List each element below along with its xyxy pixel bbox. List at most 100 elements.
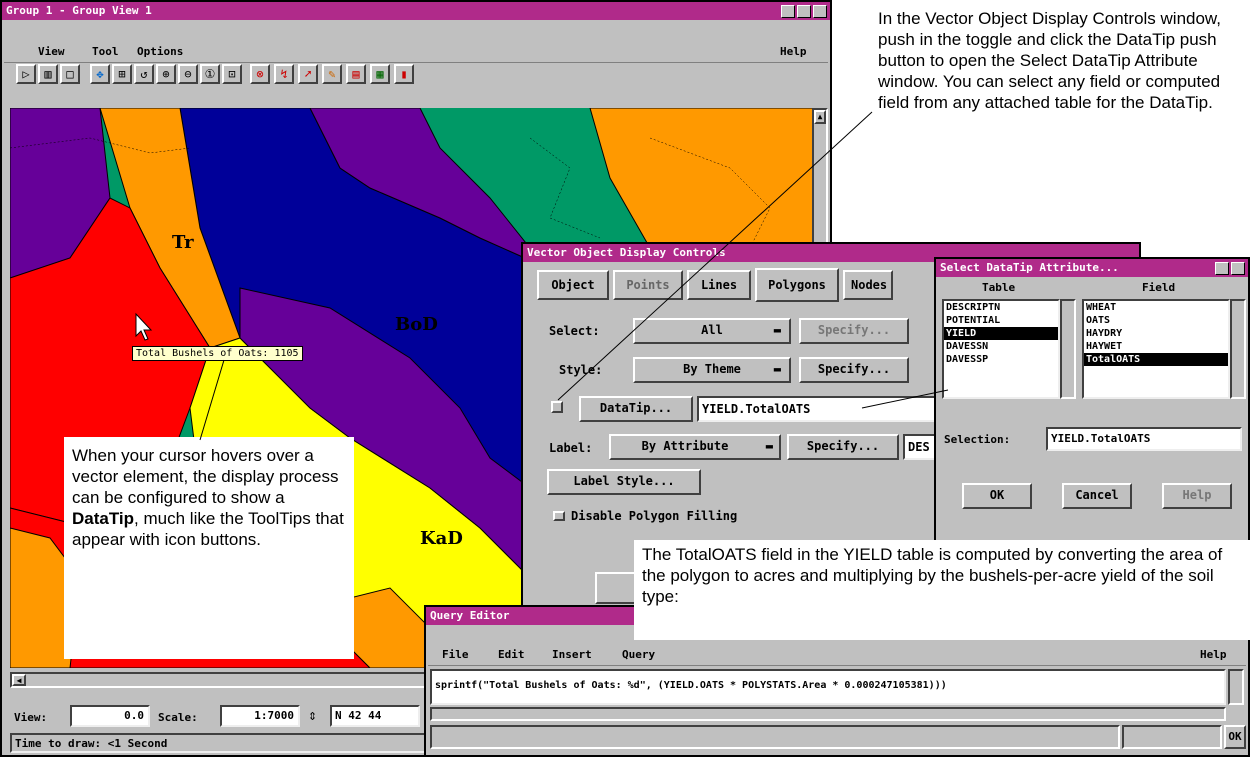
minimize-icon[interactable] [781,5,795,18]
stop-icon[interactable]: ▥ [38,64,58,84]
minimize-icon[interactable] [1215,262,1229,275]
scroll-up-arrow-icon[interactable]: ▲ [814,110,826,124]
selection-field[interactable]: YIELD.TotalOATS [1046,427,1242,451]
table-list-scrollbar[interactable] [1060,299,1076,399]
help-button[interactable]: Help [1162,483,1232,509]
scale-label: Scale: [158,711,198,724]
list-item[interactable]: DESCRIPTN [944,301,1058,314]
annotation-bottom: The TotalOATS field in the YIELD table i… [634,540,1254,640]
scale-spinner-icon[interactable]: ⇕ [308,706,317,724]
measure-icon[interactable]: ↯ [274,64,294,84]
tab-lines[interactable]: Lines [687,270,751,300]
menu-query[interactable]: Query [622,645,655,665]
maximize-icon[interactable] [797,5,811,18]
annotation-left: When your cursor hovers over a vector el… [64,437,354,659]
layer-manager-icon[interactable]: ▦ [370,64,390,84]
annotation-top-right: In the Vector Object Display Controls wi… [878,9,1221,112]
select-datatip-window: Select DataTip Attribute... Table Field … [934,257,1250,543]
disable-fill-toggle[interactable] [553,511,565,521]
select-specify-button[interactable]: Specify... [799,318,909,344]
style-dropdown[interactable]: By Theme ▬ [633,357,791,383]
list-item[interactable]: POTENTIAL [944,314,1058,327]
list-item[interactable]: YIELD [944,327,1058,340]
zoom-layer-icon[interactable]: ⊡ [222,64,242,84]
query-status-field [430,725,1120,749]
menu-tool[interactable]: Tool [92,42,119,62]
menu-insert[interactable]: Insert [552,645,592,665]
tab-nodes[interactable]: Nodes [843,270,893,300]
group-view-titlebar[interactable]: Group 1 - Group View 1 [2,2,830,20]
menu-view[interactable]: View [38,42,65,62]
scroll-left-arrow-icon[interactable]: ◀ [12,674,26,686]
view-field[interactable]: 0.0 [70,705,150,727]
list-item[interactable]: HAYDRY [1084,327,1228,340]
window-title: Query Editor [430,609,510,622]
zoom-back-icon[interactable]: ↺ [134,64,154,84]
menu-help[interactable]: Help [780,42,807,62]
select-datatip-titlebar[interactable]: Select DataTip Attribute... [936,259,1248,277]
tab-polygons[interactable]: Polygons [755,268,839,302]
query-ok-button[interactable]: OK [1224,725,1246,749]
menu-file[interactable]: File [442,645,469,665]
table-list[interactable]: DESCRIPTN POTENTIAL YIELD DAVESSN DAVESS… [942,299,1060,399]
list-item[interactable]: HAYWET [1084,340,1228,353]
datatip-popup: Total Bushels of Oats: 1105 [132,346,303,361]
dropdown-icon: ▬ [773,362,781,376]
close-icon[interactable] [1231,262,1245,275]
list-item[interactable]: DAVESSN [944,340,1058,353]
style-specify-button[interactable]: Specify... [799,357,909,383]
label-label: Label: [549,441,593,455]
map-label-tr: Tr [172,232,194,253]
query-expression-field[interactable]: sprintf("Total Bushels of Oats: %d", (YI… [430,669,1226,705]
field-list-scrollbar[interactable] [1230,299,1246,399]
play-icon[interactable]: ▷ [16,64,36,84]
coordinate-field: N 42 44 [330,705,420,727]
datatip-toggle[interactable] [551,401,563,413]
legend-icon[interactable]: ▤ [346,64,366,84]
ok-button[interactable]: OK [962,483,1032,509]
list-item[interactable]: DAVESSP [944,353,1058,366]
pointer-icon[interactable]: ➚ [298,64,318,84]
disable-fill-label: Disable Polygon Filling [571,509,738,523]
label-dropdown[interactable]: By Attribute ▬ [609,434,781,460]
zoom-out-icon[interactable]: ⊖ [178,64,198,84]
menu-help[interactable]: Help [1200,645,1227,665]
pan-icon[interactable]: ✥ [90,64,110,84]
zoom-full-icon[interactable]: ① [200,64,220,84]
tab-object[interactable]: Object [537,270,609,300]
select-dropdown[interactable]: All ▬ [633,318,791,344]
select-icon[interactable]: ⊗ [250,64,270,84]
zoom-in-icon[interactable]: ⊕ [156,64,176,84]
map-label-kad: KaD [420,528,463,549]
scale-field[interactable]: 1:7000 [220,705,300,727]
list-item[interactable]: OATS [1084,314,1228,327]
traffic-light-icon[interactable]: ▮ [394,64,414,84]
window-title: Group 1 - Group View 1 [6,4,152,17]
style-label: Style: [559,363,603,377]
query-vertical-scrollbar[interactable] [1228,669,1244,705]
close-icon[interactable] [813,5,827,18]
view-label: View: [14,711,48,724]
field-header: Field [1142,281,1176,294]
list-item[interactable]: TotalOATS [1084,353,1228,366]
field-list[interactable]: WHEAT OATS HAYDRY HAYWET TotalOATS [1082,299,1230,399]
window-title: Select DataTip Attribute... [940,261,1119,274]
dropdown-icon: ▬ [765,439,773,453]
zoom-box-icon[interactable]: ⊞ [112,64,132,84]
query-status-field-2 [1122,725,1222,749]
label-style-button[interactable]: Label Style... [547,469,701,495]
menu-options[interactable]: Options [137,42,183,62]
sketch-icon[interactable]: ✎ [322,64,342,84]
list-item[interactable]: WHEAT [1084,301,1228,314]
menu-edit[interactable]: Edit [498,645,525,665]
datatip-button[interactable]: DataTip... [579,396,693,422]
tab-points[interactable]: Points [613,270,683,300]
query-editor-menubar: File Edit Insert Query Help [428,645,1246,666]
datatip-field[interactable]: YIELD.TotalOATS [697,396,937,422]
frame-icon[interactable]: □ [60,64,80,84]
label-specify-button[interactable]: Specify... [787,434,899,460]
window-title: Vector Object Display Controls [527,246,726,259]
group-view-menubar: View Tool Options Help [4,42,828,63]
cancel-button[interactable]: Cancel [1062,483,1132,509]
query-horizontal-scrollbar[interactable] [430,707,1226,721]
